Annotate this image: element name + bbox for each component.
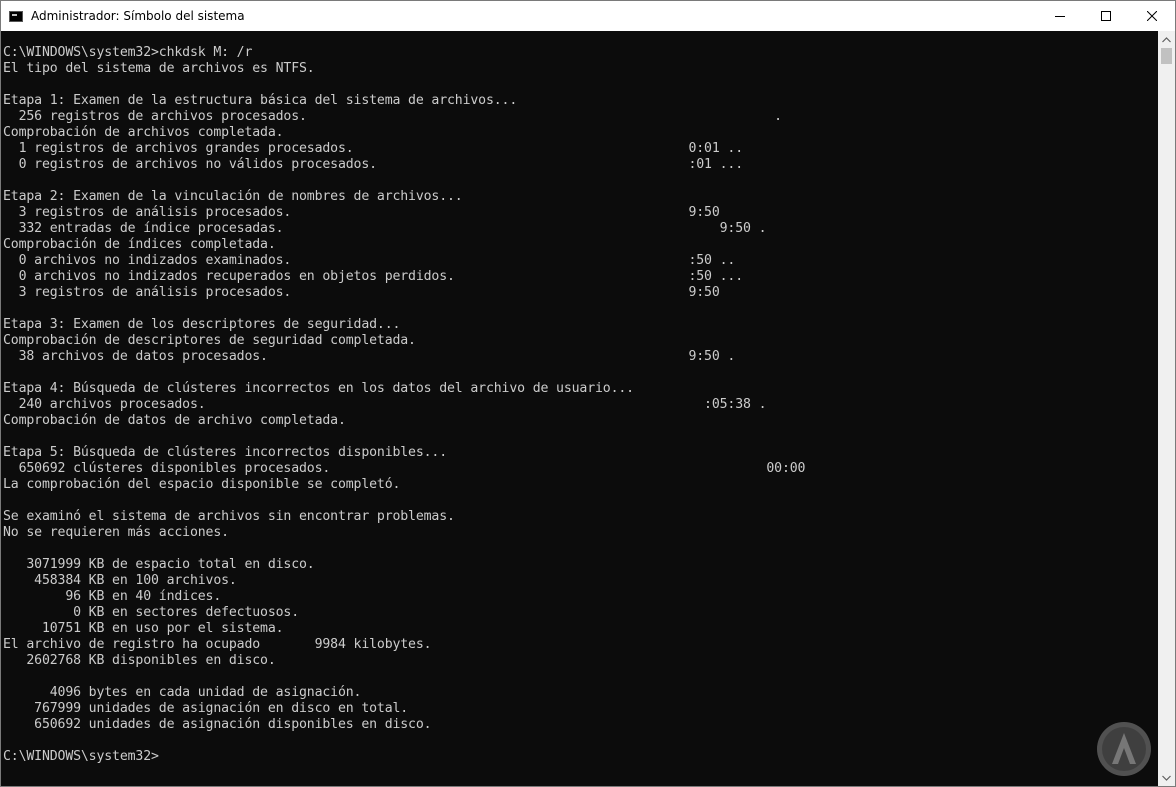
chevron-up-icon bbox=[1162, 36, 1171, 42]
maximize-button[interactable] bbox=[1083, 1, 1129, 31]
console-line: 0 archivos no indizados recuperados en o… bbox=[3, 269, 744, 284]
console-line: La comprobación del espacio disponible s… bbox=[3, 477, 401, 492]
scroll-down-button[interactable] bbox=[1158, 769, 1175, 786]
scroll-up-button[interactable] bbox=[1158, 31, 1175, 48]
console-line: 256 registros de archivos procesados. . bbox=[3, 109, 783, 124]
console-line: 3 registros de análisis procesados. 9:50 bbox=[3, 205, 720, 220]
maximize-icon bbox=[1101, 11, 1111, 21]
console-line: 332 entradas de índice procesadas. 9:50 … bbox=[3, 221, 767, 236]
window-title: Administrador: Símbolo del sistema bbox=[31, 9, 245, 23]
scroll-thumb[interactable] bbox=[1161, 48, 1172, 64]
console-line: 0 registros de archivos no válidos proce… bbox=[3, 157, 744, 172]
console-line: 458384 KB en 100 archivos. bbox=[3, 573, 237, 588]
console-line: 0 archivos no indizados examinados. :50 … bbox=[3, 253, 736, 268]
vertical-scrollbar[interactable] bbox=[1158, 31, 1175, 786]
console-line: 3071999 KB de espacio total en disco. bbox=[3, 557, 315, 572]
console-line: 3 registros de análisis procesados. 9:50 bbox=[3, 285, 720, 300]
console-line: 38 archivos de datos procesados. 9:50 . bbox=[3, 349, 736, 364]
console-line: 767999 unidades de asignación en disco e… bbox=[3, 701, 409, 716]
minimize-icon bbox=[1055, 16, 1065, 17]
console-line: Etapa 2: Examen de la vinculación de nom… bbox=[3, 189, 463, 204]
console-line: El tipo del sistema de archivos es NTFS. bbox=[3, 61, 315, 76]
console-output[interactable]: C:\WINDOWS\system32>chkdsk M: /r El tipo… bbox=[1, 31, 1158, 786]
console-line: 650692 unidades de asignación disponible… bbox=[3, 717, 432, 732]
console-line: C:\WINDOWS\system32>chkdsk M: /r bbox=[3, 45, 253, 60]
console-line: Etapa 3: Examen de los descriptores de s… bbox=[3, 317, 401, 332]
console-line: Etapa 4: Búsqueda de clústeres incorrect… bbox=[3, 381, 634, 396]
console-line: 650692 clústeres disponibles procesados.… bbox=[3, 461, 806, 476]
console-line: 0 KB en sectores defectuosos. bbox=[3, 605, 300, 620]
close-button[interactable] bbox=[1129, 1, 1175, 31]
console-line: No se requieren más acciones. bbox=[3, 525, 229, 540]
logo-watermark-icon bbox=[1097, 722, 1151, 776]
cmd-icon[interactable] bbox=[9, 10, 23, 22]
console-line: Se examinó el sistema de archivos sin en… bbox=[3, 509, 455, 524]
console-line: Etapa 5: Búsqueda de clústeres incorrect… bbox=[3, 445, 448, 460]
console-line: 96 KB en 40 índices. bbox=[3, 589, 222, 604]
console-line: 4096 bytes en cada unidad de asignación. bbox=[3, 685, 362, 700]
console-line: 240 archivos procesados. :05:38 . bbox=[3, 397, 767, 412]
console-line: Comprobación de archivos completada. bbox=[3, 125, 284, 140]
console-line: 2602768 KB disponibles en disco. bbox=[3, 653, 276, 668]
console-line: Comprobación de descriptores de segurida… bbox=[3, 333, 416, 348]
console-text: C:\WINDOWS\system32>chkdsk M: /r El tipo… bbox=[1, 31, 1158, 765]
console-line: Comprobación de datos de archivo complet… bbox=[3, 413, 346, 428]
close-icon bbox=[1147, 11, 1157, 21]
title-bar[interactable]: Administrador: Símbolo del sistema bbox=[1, 1, 1175, 31]
console-line: C:\WINDOWS\system32> bbox=[3, 749, 159, 764]
console-line: Etapa 1: Examen de la estructura básica … bbox=[3, 93, 518, 108]
chevron-down-icon bbox=[1162, 775, 1171, 781]
console-line: Comprobación de índices completada. bbox=[3, 237, 276, 252]
console-line: 1 registros de archivos grandes procesad… bbox=[3, 141, 744, 156]
console-line: El archivo de registro ha ocupado 9984 k… bbox=[3, 637, 432, 652]
console-line: 10751 KB en uso por el sistema. bbox=[3, 621, 284, 636]
cmd-window: Administrador: Símbolo del sistema C:\WI… bbox=[0, 0, 1176, 787]
window-controls bbox=[1037, 1, 1175, 31]
minimize-button[interactable] bbox=[1037, 1, 1083, 31]
